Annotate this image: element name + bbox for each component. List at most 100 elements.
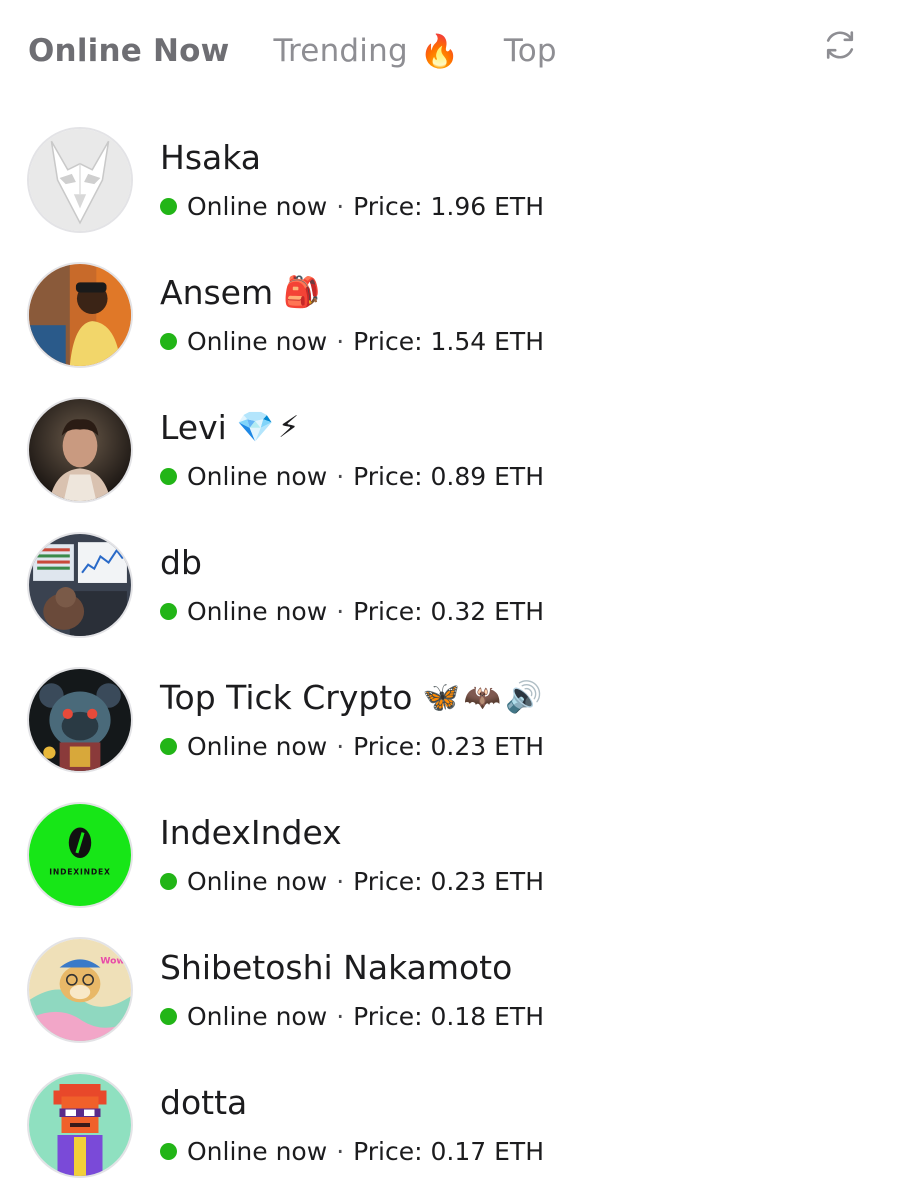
backpack-icon: 🎒 bbox=[283, 275, 325, 310]
avatar[interactable]: INDEXINDEX bbox=[27, 802, 133, 908]
separator: · bbox=[336, 462, 345, 491]
price-value: 0.18 ETH bbox=[430, 1002, 544, 1031]
user-name: Hsaka bbox=[160, 138, 261, 177]
price-value: 0.23 ETH bbox=[430, 732, 544, 761]
online-status-text: Online now bbox=[187, 597, 328, 626]
online-indicator-icon bbox=[160, 198, 177, 215]
tab-online-now[interactable]: Online Now bbox=[28, 33, 229, 69]
user-name: Ansem 🎒 bbox=[160, 273, 325, 312]
online-indicator-icon bbox=[160, 1143, 177, 1160]
fire-icon: 🔥 bbox=[419, 32, 460, 70]
online-status-text: Online now bbox=[187, 192, 328, 221]
user-name-text: IndexIndex bbox=[160, 813, 342, 852]
online-users-list: Hsaka Online now · Price: 1.96 ETH Ansem… bbox=[0, 110, 921, 1190]
online-indicator-icon bbox=[160, 873, 177, 890]
avatar[interactable] bbox=[27, 397, 133, 503]
online-status-text: Online now bbox=[187, 327, 328, 356]
price-value: 0.17 ETH bbox=[430, 1137, 544, 1166]
user-row-indexindex[interactable]: INDEXINDEX IndexIndex Online now · Price… bbox=[0, 785, 921, 920]
online-status-text: Online now bbox=[187, 732, 328, 761]
user-name-text: Levi bbox=[160, 408, 227, 447]
price-label: Price: bbox=[353, 1137, 423, 1166]
avatar[interactable] bbox=[27, 532, 133, 638]
price-label: Price: bbox=[353, 462, 423, 491]
online-indicator-icon bbox=[160, 738, 177, 755]
tab-label: Trending bbox=[273, 33, 408, 69]
online-indicator-icon bbox=[160, 333, 177, 350]
price-label: Price: bbox=[353, 192, 423, 221]
user-name: IndexIndex bbox=[160, 813, 342, 852]
refresh-icon bbox=[826, 31, 854, 59]
user-status-line: Online now · Price: 0.17 ETH bbox=[160, 1137, 544, 1166]
online-status-text: Online now bbox=[187, 1002, 328, 1031]
user-name-text: db bbox=[160, 543, 202, 582]
user-row-dotta[interactable]: dotta Online now · Price: 0.17 ETH bbox=[0, 1055, 921, 1190]
user-row-top-tick-crypto[interactable]: Top Tick Crypto 🦋🦇🔊 Online now · Price: … bbox=[0, 650, 921, 785]
user-status-line: Online now · Price: 0.89 ETH bbox=[160, 462, 544, 491]
price-label: Price: bbox=[353, 327, 423, 356]
user-name-text: Hsaka bbox=[160, 138, 261, 177]
pixel-art-avatar-image bbox=[29, 1074, 131, 1176]
user-status-line: Online now · Price: 0.23 ETH bbox=[160, 867, 544, 896]
avatar[interactable] bbox=[27, 667, 133, 773]
price-value: 0.32 ETH bbox=[430, 597, 544, 626]
tab-bar: Online Now Trending 🔥 Top bbox=[28, 22, 601, 80]
user-status-line: Online now · Price: 1.54 ETH bbox=[160, 327, 544, 356]
user-name: db bbox=[160, 543, 202, 582]
doge-avatar-image: Wow bbox=[29, 939, 131, 1041]
user-name-text: dotta bbox=[160, 1083, 248, 1122]
user-name-text: Top Tick Crypto bbox=[160, 678, 413, 717]
avatar[interactable] bbox=[27, 262, 133, 368]
user-status-line: Online now · Price: 0.18 ETH bbox=[160, 1002, 544, 1031]
trading-monkey-avatar-image bbox=[29, 534, 131, 636]
user-row-db[interactable]: db Online now · Price: 0.32 ETH bbox=[0, 515, 921, 650]
user-status-line: Online now · Price: 0.32 ETH bbox=[160, 597, 544, 626]
online-status-text: Online now bbox=[187, 867, 328, 896]
separator: · bbox=[336, 597, 345, 626]
user-name: Top Tick Crypto 🦋🦇🔊 bbox=[160, 678, 547, 717]
avatar[interactable]: Wow bbox=[27, 937, 133, 1043]
tab-top[interactable]: Top bbox=[504, 33, 557, 69]
user-name-text: Shibetoshi Nakamoto bbox=[160, 948, 513, 987]
cyber-bear-avatar-image bbox=[29, 669, 131, 771]
price-label: Price: bbox=[353, 597, 423, 626]
user-row-shibetoshi-nakamoto[interactable]: Wow Shibetoshi Nakamoto Online now · Pri… bbox=[0, 920, 921, 1055]
user-status-line: Online now · Price: 0.23 ETH bbox=[160, 732, 544, 761]
tab-label: Online Now bbox=[28, 33, 230, 69]
separator: · bbox=[336, 1002, 345, 1031]
price-label: Price: bbox=[353, 867, 423, 896]
separator: · bbox=[336, 732, 345, 761]
separator: · bbox=[336, 192, 345, 221]
refresh-button[interactable] bbox=[820, 25, 860, 65]
user-name: dotta bbox=[160, 1083, 247, 1122]
avatar[interactable] bbox=[27, 1072, 133, 1178]
portrait-avatar-image bbox=[29, 399, 131, 501]
avatar[interactable] bbox=[27, 127, 133, 233]
user-row-hsaka[interactable]: Hsaka Online now · Price: 1.96 ETH bbox=[0, 110, 921, 245]
price-value: 1.54 ETH bbox=[430, 327, 544, 356]
user-name-text: Ansem bbox=[160, 273, 274, 312]
separator: · bbox=[336, 327, 345, 356]
user-row-ansem[interactable]: Ansem 🎒 Online now · Price: 1.54 ETH bbox=[0, 245, 921, 380]
price-value: 1.96 ETH bbox=[430, 192, 544, 221]
online-indicator-icon bbox=[160, 603, 177, 620]
tab-label: Top bbox=[503, 33, 557, 69]
separator: · bbox=[336, 867, 345, 896]
online-status-text: Online now bbox=[187, 462, 328, 491]
person-photo-avatar-image bbox=[29, 264, 131, 366]
user-row-levi[interactable]: Levi 💎⚡ Online now · Price: 0.89 ETH bbox=[0, 380, 921, 515]
online-indicator-icon bbox=[160, 1008, 177, 1025]
gem-lightning-icon: 💎⚡ bbox=[236, 410, 304, 445]
indexindex-logo-text: INDEXINDEX bbox=[49, 867, 110, 876]
user-name: Levi 💎⚡ bbox=[160, 408, 303, 447]
online-status-text: Online now bbox=[187, 1137, 328, 1166]
wolf-avatar-image bbox=[29, 129, 131, 231]
wow-text: Wow bbox=[100, 955, 125, 966]
user-name: Shibetoshi Nakamoto bbox=[160, 948, 512, 987]
separator: · bbox=[336, 1137, 345, 1166]
indexindex-logo-avatar-image: INDEXINDEX bbox=[29, 804, 131, 906]
price-value: 0.89 ETH bbox=[430, 462, 544, 491]
butterfly-bat-speaker-icon: 🦋🦇🔊 bbox=[422, 680, 547, 715]
price-label: Price: bbox=[353, 732, 423, 761]
tab-trending[interactable]: Trending 🔥 bbox=[273, 32, 459, 70]
